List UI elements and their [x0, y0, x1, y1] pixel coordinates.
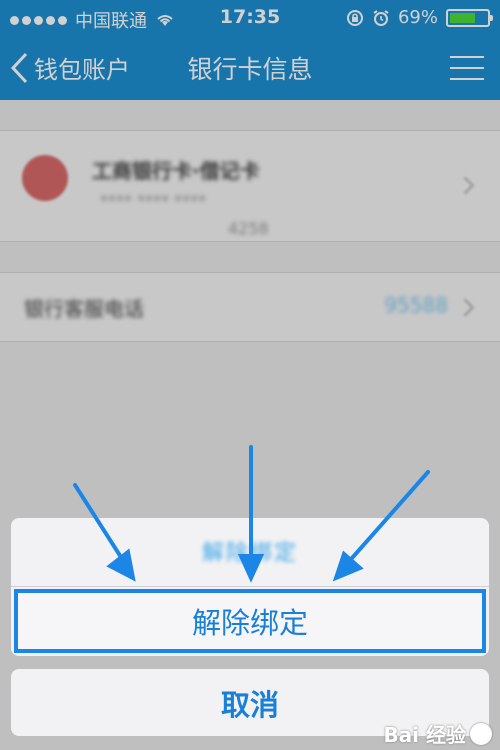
- paw-icon: [470, 722, 492, 745]
- divider: [11, 586, 489, 587]
- action-sheet: 解除绑定 解除绑定: [11, 518, 489, 656]
- watermark: Bai 经验: [383, 719, 492, 748]
- watermark-text: Bai 经验: [383, 723, 466, 747]
- action-sheet-title: 解除绑定: [201, 541, 298, 566]
- unbind-button[interactable]: 解除绑定: [14, 589, 486, 653]
